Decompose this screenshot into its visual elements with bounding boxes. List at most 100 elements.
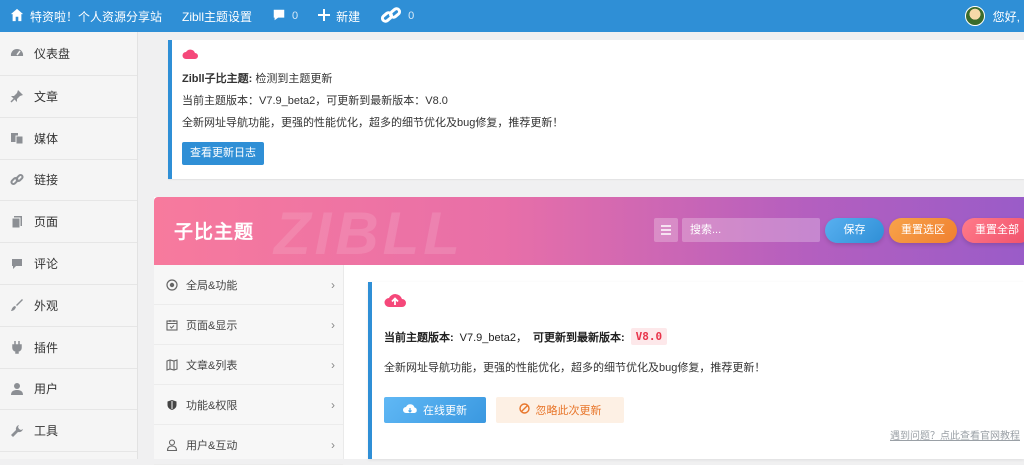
subnav-item-features[interactable]: 功能&权限 › bbox=[154, 385, 343, 425]
admin-bar: 特资啦！个人资源分享站 Zibll主题设置 0 新建 0 您好, bbox=[0, 0, 1024, 32]
subnav-item-pages[interactable]: 页面&显示 › bbox=[154, 305, 343, 345]
pin-icon bbox=[10, 89, 24, 103]
menu-item-label: 媒体 bbox=[34, 131, 59, 146]
menu-item-plugins[interactable]: 插件 bbox=[0, 327, 137, 369]
menu-item-label: 评论 bbox=[34, 257, 59, 272]
options-header: ZIBLL 子比主题 保存 重置选区 重置全部 bbox=[154, 197, 1024, 267]
plugin-icon bbox=[10, 340, 24, 354]
help-link[interactable]: 遇到问题？点此查看官网教程 bbox=[890, 427, 1020, 442]
update-notice: Zibll子比主题: 检测到主题更新 当前主题版本：V7.9_beta2，可更新… bbox=[168, 40, 1024, 179]
calendar-icon bbox=[166, 319, 178, 331]
notice-title-bold: Zibll子比主题: bbox=[182, 73, 253, 85]
menu-item-comments[interactable]: 评论 bbox=[0, 243, 137, 285]
user-outline-icon bbox=[166, 438, 178, 451]
target-icon bbox=[166, 278, 178, 291]
subnav-item-label: 全局&功能 bbox=[186, 279, 238, 292]
menu-item-users[interactable]: 用户 bbox=[0, 369, 137, 411]
greeting[interactable]: 您好, bbox=[993, 8, 1020, 25]
subnav-item-users[interactable]: 用户&互动 › bbox=[154, 425, 343, 465]
menu-item-label: 仪表盘 bbox=[34, 47, 71, 61]
cloud-download-icon bbox=[403, 403, 417, 417]
subnav-item-label: 页面&显示 bbox=[186, 319, 238, 332]
menu-item-label: 用户 bbox=[34, 382, 59, 397]
comment-bubble-icon bbox=[272, 8, 286, 25]
chain-link-icon bbox=[380, 5, 402, 28]
link-icon bbox=[10, 173, 24, 187]
view-changelog-button[interactable]: 查看更新日志 bbox=[182, 142, 264, 165]
menu-item-label: 插件 bbox=[34, 340, 59, 355]
home-icon bbox=[10, 8, 24, 25]
online-update-label: 在线更新 bbox=[423, 405, 467, 417]
site-name-link[interactable]: 特资啦！个人资源分享站 bbox=[0, 0, 172, 32]
shield-icon bbox=[166, 399, 178, 411]
menu-toggle-icon[interactable] bbox=[654, 218, 678, 242]
menu-item-appearance[interactable]: 外观 bbox=[0, 285, 137, 327]
update-desc: 全新网址导航功能，更强的性能优化，超多的细节优化及bug修复，推荐更新！ bbox=[384, 362, 766, 374]
menu-item-label: 链接 bbox=[34, 173, 59, 188]
current-version-label: 当前主题版本: bbox=[384, 331, 454, 344]
page-icon bbox=[10, 215, 24, 229]
reset-section-button[interactable]: 重置选区 bbox=[889, 218, 957, 243]
links-link[interactable]: 0 bbox=[370, 0, 424, 32]
theme-options-panel: ZIBLL 子比主题 保存 重置选区 重置全部 全局&功能 › 页面&显示 › … bbox=[154, 197, 1024, 465]
comments-count: 0 bbox=[292, 10, 299, 22]
options-title: 子比主题 bbox=[174, 222, 255, 243]
subnav-item-posts[interactable]: 文章&列表 › bbox=[154, 345, 343, 385]
comment-icon bbox=[10, 257, 24, 271]
menu-item-label: 文章 bbox=[34, 89, 59, 104]
notice-title: Zibll子比主题: 检测到主题更新 bbox=[182, 72, 1014, 86]
notice-desc: 全新网址导航功能，更强的性能优化，超多的细节优化及bug修复，推荐更新！ bbox=[182, 117, 564, 129]
menu-item-links[interactable]: 链接 bbox=[0, 160, 137, 202]
version-line: 当前主题版本: V7.9_beta2， 可更新到最新版本: V8.0 bbox=[384, 328, 1012, 345]
wrench-icon bbox=[10, 424, 24, 438]
options-search-input[interactable] bbox=[682, 218, 820, 242]
menu-item-media[interactable]: 媒体 bbox=[0, 118, 137, 160]
options-subnav: 全局&功能 › 页面&显示 › 文章&列表 › 功能&权限 › 用户&互动 › bbox=[154, 265, 344, 465]
latest-version-label: 可更新到最新版本: bbox=[532, 331, 625, 344]
menu-item-pages[interactable]: 页面 bbox=[0, 201, 137, 244]
update-actions: 在线更新 忽略此次更新 bbox=[384, 397, 1012, 423]
site-name: 特资啦！个人资源分享站 bbox=[30, 9, 163, 24]
notice-title-rest: 检测到主题更新 bbox=[252, 73, 333, 85]
theme-update-card: 当前主题版本: V7.9_beta2， 可更新到最新版本: V8.0 全新网址导… bbox=[368, 282, 1024, 459]
new-content-link[interactable]: 新建 bbox=[308, 0, 370, 32]
avatar[interactable] bbox=[964, 6, 985, 26]
notice-version: 当前主题版本：V7.9_beta2，可更新到最新版本：V8.0 bbox=[182, 95, 448, 107]
theme-settings-link[interactable]: Zibll主题设置 bbox=[172, 0, 262, 32]
menu-item-dashboard[interactable]: 仪表盘 bbox=[0, 32, 137, 76]
subnav-item-label: 功能&权限 bbox=[186, 399, 238, 412]
chevron-right-icon: › bbox=[331, 277, 335, 292]
chevron-right-icon: › bbox=[331, 437, 335, 452]
ban-icon bbox=[518, 403, 530, 417]
menu-item-label: 工具 bbox=[34, 424, 59, 439]
comments-link[interactable]: 0 bbox=[262, 0, 308, 32]
chevron-right-icon: › bbox=[331, 317, 335, 332]
admin-menu: 仪表盘 文章 媒体 链接 页面 评论 外观 插件 用户 工具 bbox=[0, 32, 138, 459]
menu-item-label: 页面 bbox=[34, 215, 59, 230]
ignore-update-label: 忽略此次更新 bbox=[535, 405, 602, 417]
brush-icon bbox=[10, 298, 24, 312]
media-icon bbox=[10, 131, 24, 145]
new-label: 新建 bbox=[336, 9, 361, 24]
latest-version-badge: V8.0 bbox=[630, 328, 668, 345]
menu-item-label: 外观 bbox=[34, 298, 59, 313]
subnav-item-label: 文章&列表 bbox=[186, 359, 238, 372]
subnav-item-label: 用户&互动 bbox=[186, 439, 238, 452]
chevron-right-icon: › bbox=[331, 397, 335, 412]
menu-item-posts[interactable]: 文章 bbox=[0, 76, 137, 118]
brand-watermark: ZIBLL bbox=[274, 200, 464, 267]
links-count: 0 bbox=[408, 10, 415, 22]
dashboard-icon bbox=[10, 47, 24, 61]
online-update-button[interactable]: 在线更新 bbox=[384, 397, 486, 423]
save-button[interactable]: 保存 bbox=[825, 218, 884, 243]
current-version: V7.9_beta2， bbox=[459, 331, 527, 344]
menu-item-tools[interactable]: 工具 bbox=[0, 410, 137, 453]
cloud-icon bbox=[182, 48, 1014, 68]
reset-all-button[interactable]: 重置全部 bbox=[962, 218, 1024, 243]
chevron-right-icon: › bbox=[331, 357, 335, 372]
map-icon bbox=[166, 358, 178, 371]
user-icon bbox=[10, 382, 24, 396]
plus-icon bbox=[318, 8, 331, 24]
subnav-item-global[interactable]: 全局&功能 › bbox=[154, 265, 343, 305]
ignore-update-button[interactable]: 忽略此次更新 bbox=[496, 397, 624, 423]
